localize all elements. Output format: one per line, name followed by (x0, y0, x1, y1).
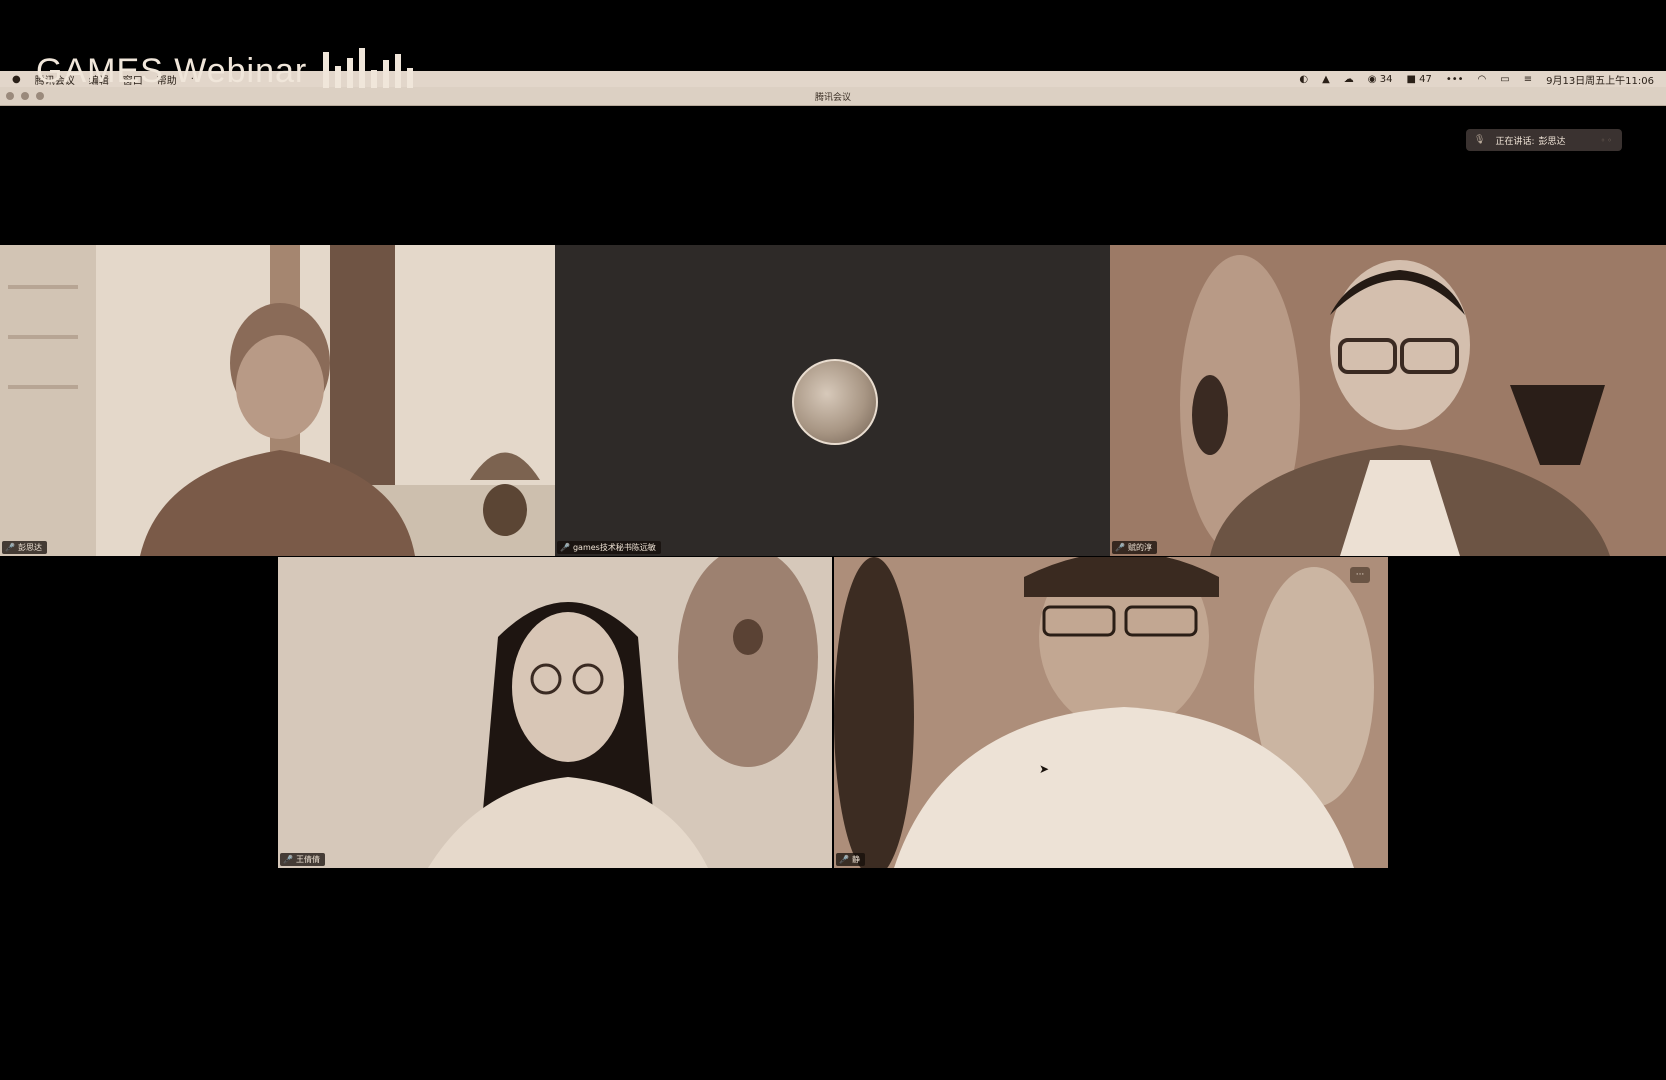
window-controls (6, 92, 44, 100)
participant-label: 🎤 彭思达 (2, 541, 47, 554)
wifi-icon[interactable]: ◠ (1478, 74, 1487, 85)
microphone-icon: 🎤 (839, 855, 849, 864)
control-center-icon[interactable]: ≡ (1524, 74, 1532, 85)
video-tile-2[interactable]: 🎤 games技术秘书陈远敏 (555, 245, 1110, 556)
wechat-status[interactable]: ◉ 34 (1368, 74, 1393, 85)
cloud-icon[interactable]: ☁ (1344, 74, 1354, 85)
shield-icon[interactable]: ▲ (1322, 74, 1330, 85)
video-feed (834, 557, 1388, 868)
wechat-icon: ◉ (1367, 73, 1377, 85)
app-badge-icon: ■ (1406, 73, 1416, 85)
speaking-level-icon: ◦◦ (1600, 135, 1614, 145)
games-webinar-overlay: GAMES Webinar (36, 48, 414, 90)
microphone-icon: 🎤 (283, 855, 293, 864)
window-title: 腾讯会议 (814, 92, 851, 103)
sync-icon[interactable]: ◐ (1299, 74, 1308, 85)
battery-icon[interactable]: ▭ (1500, 74, 1509, 85)
app-badge-count: 47 (1419, 73, 1432, 85)
video-feed (1110, 245, 1666, 556)
participant-label: 🎤 静 (836, 853, 865, 866)
zoom-window-button[interactable] (36, 92, 44, 100)
microphone-icon: 🎤 (5, 543, 15, 552)
minimize-window-button[interactable] (21, 92, 29, 100)
mouse-cursor-icon: ➤ (1039, 762, 1050, 776)
participant-name: 王倩倩 (295, 855, 320, 864)
more-icon: ··· (1355, 570, 1365, 580)
active-speaker-indicator: 🎙 正在讲话: 彭思达 ◦◦ (1466, 129, 1622, 151)
participant-name: 赋的淳 (1127, 543, 1152, 552)
video-feed (278, 557, 832, 868)
more-icon[interactable]: ••• (1446, 74, 1464, 85)
wechat-count: 34 (1379, 73, 1393, 85)
video-tile-4[interactable]: 🎤 王倩倩 (278, 557, 832, 868)
participant-name: games技术秘书陈远敏 (572, 543, 656, 552)
app-badge-status[interactable]: ■ 47 (1406, 74, 1431, 85)
apple-icon[interactable]: ● (12, 74, 21, 85)
video-tile-1[interactable]: 🎤 彭思达 (0, 245, 555, 556)
video-tile-5[interactable]: ··· ➤ 🎤 静 (834, 557, 1388, 868)
brand-text: GAMES Webinar (36, 52, 308, 90)
participant-label: 🎤 games技术秘书陈远敏 (557, 541, 661, 554)
clock[interactable]: 9月13日周五上午11:06 (1546, 72, 1654, 87)
video-tile-3[interactable]: 🎤 赋的淳 (1110, 245, 1666, 556)
microphone-muted-icon: 🎤 (560, 543, 570, 552)
close-window-button[interactable] (6, 92, 14, 100)
participant-avatar (791, 358, 878, 445)
more-options-button[interactable]: ··· (1350, 567, 1370, 583)
speaking-name: 彭思达 (1538, 136, 1566, 147)
participant-name: 静 (851, 855, 860, 864)
microphone-icon: 🎤 (1115, 543, 1125, 552)
participant-name: 彭思达 (17, 543, 42, 552)
brand-logo-bars (323, 48, 414, 88)
participant-label: 🎤 王倩倩 (280, 853, 325, 866)
microphone-icon: 🎙 (1474, 135, 1486, 145)
video-feed (0, 245, 555, 556)
speaking-prefix: 正在讲话: (1495, 136, 1535, 147)
participant-label: 🎤 赋的淳 (1112, 541, 1157, 554)
